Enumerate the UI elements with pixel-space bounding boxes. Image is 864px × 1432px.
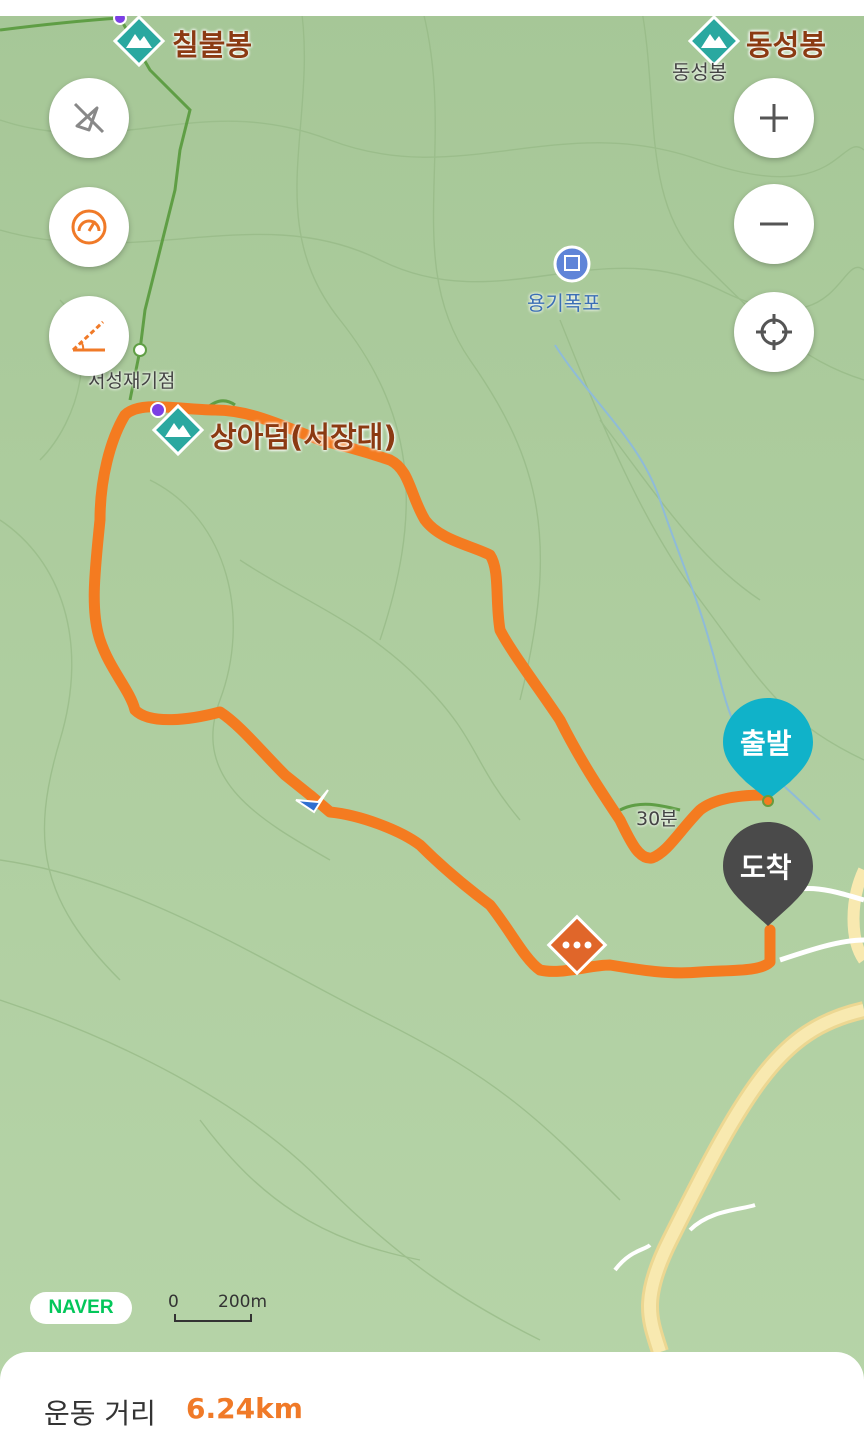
naver-logo[interactable]: NAVER	[30, 1292, 132, 1324]
waypoint-icon	[150, 402, 166, 418]
start-pin-label: 출발	[740, 727, 792, 760]
zoom-out-icon	[760, 222, 788, 226]
slope-button[interactable]	[49, 296, 129, 376]
scale-bar: 0 200m	[168, 1292, 278, 1326]
compass-off-button[interactable]	[49, 78, 129, 158]
speedometer-icon	[71, 209, 107, 245]
end-pin-label: 도착	[740, 851, 792, 884]
trail-time-label: 30분	[636, 808, 678, 830]
locate-button[interactable]	[734, 292, 814, 372]
scale-start-label: 0	[168, 1292, 179, 1312]
peak-label-sangadeom: 상아덤(서장대)	[210, 420, 397, 454]
zoom-in-icon	[760, 104, 788, 132]
peak-label-dongseongbong: 동성봉	[746, 28, 827, 62]
distance-label: 운동 거리	[44, 1397, 156, 1430]
peak-label-chilbulbong: 칠불봉	[172, 28, 253, 62]
slope-icon	[71, 320, 105, 352]
zoom-out-button[interactable]	[734, 184, 814, 264]
distance-value: 6.24km	[186, 1392, 303, 1425]
status-bar-edge	[0, 0, 864, 16]
waterfall-icon[interactable]	[553, 245, 591, 283]
junction-icon	[133, 343, 147, 357]
compass-off-icon	[73, 102, 105, 134]
locate-icon	[756, 314, 792, 350]
speedometer-button[interactable]	[49, 187, 129, 267]
scale-bar-line	[174, 1314, 252, 1322]
scale-end-label: 200m	[218, 1292, 268, 1312]
peak-sublabel-dongseongbong: 동성봉	[672, 60, 728, 84]
summary-sheet[interactable]: 운동 거리 6.24km	[0, 1352, 864, 1430]
waterfall-label: 용기폭포	[527, 291, 601, 315]
zoom-in-button[interactable]	[734, 78, 814, 158]
